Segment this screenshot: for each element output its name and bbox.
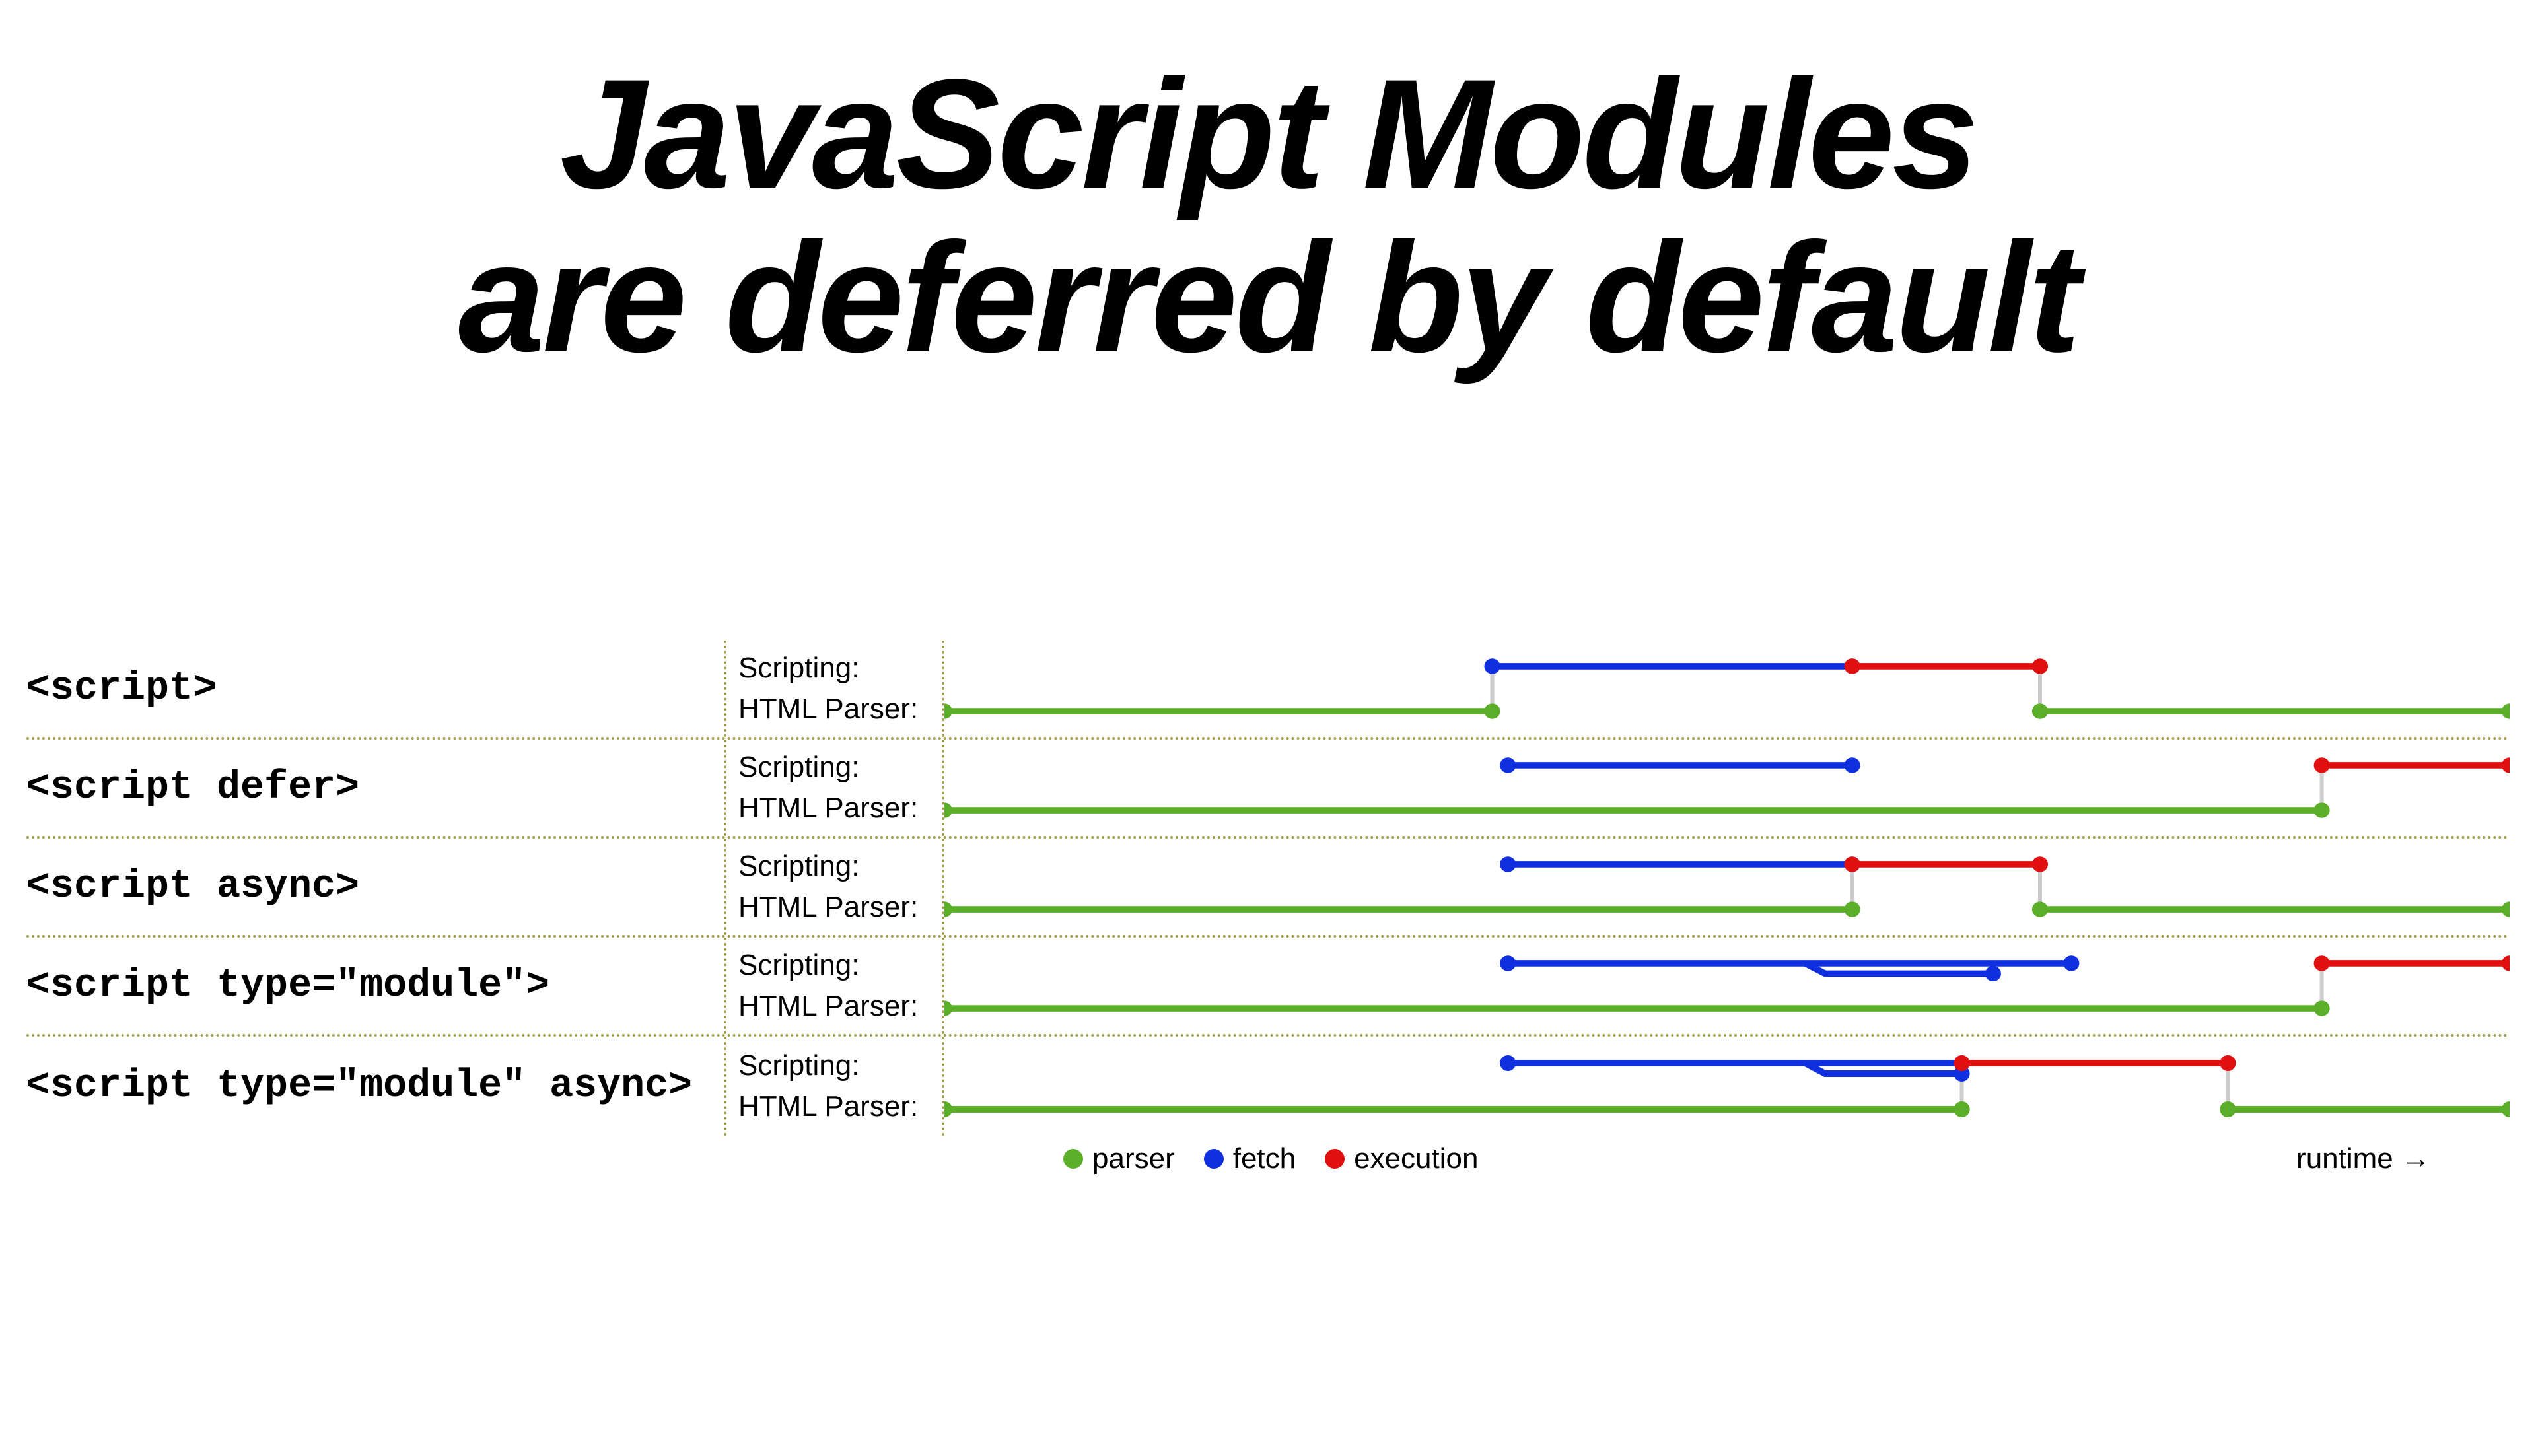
timeline-chart: <script>Scripting:HTML Parser: <script d… <box>26 641 2510 1136</box>
parser-dot-icon <box>1063 1149 1083 1169</box>
script-tag-label: <script async> <box>26 839 726 935</box>
legend-item-execution: execution <box>1325 1142 1478 1175</box>
script-tag-label: <script type="module" async> <box>26 1037 726 1136</box>
legend-execution-label: execution <box>1354 1142 1478 1175</box>
script-tag-label: <script> <box>26 641 726 737</box>
title-line-2: are deferred by default <box>0 217 2536 380</box>
legend-item-parser: parser <box>1063 1142 1175 1175</box>
lane-labels: Scripting:HTML Parser: <box>726 641 944 737</box>
scripting-label: Scripting: <box>738 945 942 986</box>
timeline-row: <script type="module">Scripting:HTML Par… <box>26 938 2510 1037</box>
parser-label: HTML Parser: <box>738 689 942 730</box>
timeline-row: <script>Scripting:HTML Parser: <box>26 641 2510 740</box>
timeline-lanes <box>944 938 2510 1034</box>
slide-title: JavaScript Modules are deferred by defau… <box>0 0 2536 380</box>
timeline-lanes <box>944 839 2510 935</box>
timeline-row: <script async>Scripting:HTML Parser: <box>26 839 2510 938</box>
legend-fetch-label: fetch <box>1233 1142 1296 1175</box>
parser-label: HTML Parser: <box>738 788 942 829</box>
runtime-axis-label: runtime → <box>2296 1142 2510 1175</box>
timeline-lanes <box>944 1037 2510 1136</box>
parser-label: HTML Parser: <box>738 986 942 1027</box>
legend-parser-label: parser <box>1092 1142 1175 1175</box>
legend-item-fetch: fetch <box>1204 1142 1296 1175</box>
title-line-1: JavaScript Modules <box>0 53 2536 217</box>
timeline-lanes <box>944 740 2510 836</box>
scripting-label: Scripting: <box>738 648 942 689</box>
parser-label: HTML Parser: <box>738 887 942 928</box>
parser-label: HTML Parser: <box>738 1086 942 1127</box>
lane-labels: Scripting:HTML Parser: <box>726 740 944 836</box>
timeline-lanes <box>944 641 2510 737</box>
legend: parser fetch execution runtime → <box>944 1142 2510 1175</box>
timeline-row: <script type="module" async>Scripting:HT… <box>26 1037 2510 1136</box>
fetch-dot-icon <box>1204 1149 1224 1169</box>
script-tag-label: <script defer> <box>26 740 726 836</box>
script-tag-label: <script type="module"> <box>26 938 726 1034</box>
lane-labels: Scripting:HTML Parser: <box>726 938 944 1034</box>
lane-labels: Scripting:HTML Parser: <box>726 839 944 935</box>
scripting-label: Scripting: <box>738 1045 942 1086</box>
scripting-label: Scripting: <box>738 846 942 887</box>
scripting-label: Scripting: <box>738 747 942 788</box>
execution-dot-icon <box>1325 1149 1345 1169</box>
timeline-row: <script defer>Scripting:HTML Parser: <box>26 740 2510 839</box>
lane-labels: Scripting:HTML Parser: <box>726 1037 944 1136</box>
